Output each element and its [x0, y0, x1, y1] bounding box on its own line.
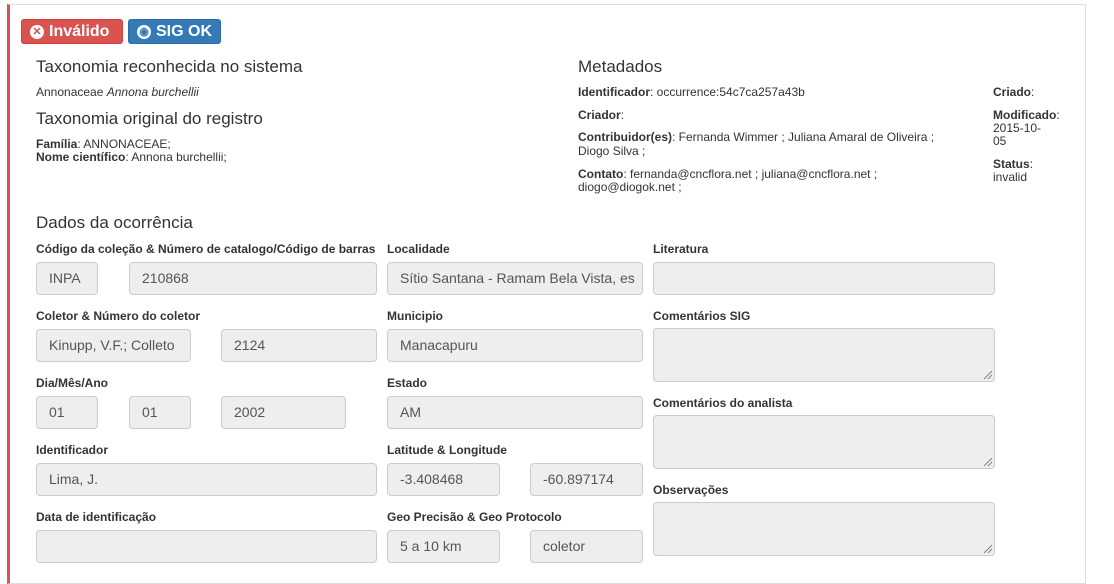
sig-comments-label: Comentários SIG [653, 309, 751, 323]
metadata-title: Metadados [578, 57, 663, 76]
recognized-species: Annona burchellii [106, 85, 199, 99]
metadata-creator-value: : [620, 108, 625, 122]
state-input[interactable]: AM [387, 396, 643, 429]
invalid-badge: ✕ Inválido [21, 19, 123, 44]
collector-number-input[interactable]: 2124 [221, 329, 377, 362]
metadata-status-label: Status [993, 157, 1030, 171]
observations-label: Observações [653, 483, 729, 497]
catalog-number-input[interactable]: 210868 [129, 262, 377, 295]
invalid-label: Inválido [49, 23, 110, 40]
metadata-creator: Criador: [578, 109, 624, 122]
geo-protocol-input[interactable]: coletor [530, 530, 643, 563]
identifier-label: Identificador [36, 443, 109, 457]
metadata-contact-cont: diogo@diogok.net ; [578, 180, 682, 194]
collector-label: Coletor & Número do coletor [36, 309, 201, 323]
analyst-comments-textarea[interactable] [653, 415, 995, 469]
latlon-label: Latitude & Longitude [387, 443, 507, 457]
state-label: Estado [387, 376, 428, 390]
metadata-modified-label: Modificado [993, 108, 1057, 122]
scientific-name-label: Nome científico [36, 150, 126, 164]
metadata-modified-value: : [1056, 108, 1060, 122]
family-value: : ANNONACEAE; [77, 137, 171, 151]
scientific-name-row: Nome científico: Annona burchellii; [36, 151, 227, 164]
latitude-input[interactable]: -3.408468 [387, 463, 500, 496]
collection-code-input[interactable]: INPA [36, 262, 98, 295]
recognized-taxonomy-title: Taxonomia reconhecida no sistema [36, 57, 303, 76]
literature-label: Literatura [653, 242, 709, 256]
sig-label: SIG OK [156, 23, 213, 40]
metadata-modified-date-2: 05 [993, 134, 1007, 148]
day-input[interactable]: 01 [36, 396, 98, 429]
metadata-status-text: invalid [993, 170, 1028, 184]
metadata-creator-label: Criador [578, 108, 621, 122]
recognized-family: Annonaceae [36, 85, 104, 99]
globe-icon: ◉ [137, 24, 151, 39]
year-input[interactable]: 2002 [221, 396, 346, 429]
literature-input[interactable] [653, 262, 995, 295]
locality-input[interactable]: Sítio Santana - Ramam Bela Vista, es [387, 262, 643, 295]
scientific-name-value: : Annona burchellii; [125, 150, 227, 164]
date-label: Dia/Mês/Ano [36, 376, 109, 390]
id-date-input[interactable] [36, 530, 377, 563]
municipality-label: Municipio [387, 309, 443, 323]
observations-textarea[interactable] [653, 502, 995, 556]
locality-label: Localidade [387, 242, 450, 256]
metadata-contributors-value: : Fernanda Wimmer ; Juliana Amaral de Ol… [672, 130, 935, 144]
recognized-taxonomy-value: Annonaceae Annona burchellii [36, 86, 199, 99]
identifier-input[interactable]: Lima, J. [36, 463, 377, 496]
metadata-identifier-label: Identificador [578, 85, 651, 99]
metadata-contact-value: : fernanda@cncflora.net ; juliana@cncflo… [623, 167, 878, 181]
municipality-input[interactable]: Manacapuru [387, 329, 643, 362]
remove-circle-icon: ✕ [30, 24, 44, 39]
original-taxonomy-title: Taxonomia original do registro [36, 109, 263, 128]
id-date-label: Data de identificação [36, 510, 157, 524]
sig-comments-textarea[interactable] [653, 328, 995, 382]
metadata-contributors: Contribuidor(es): Fernanda Wimmer ; Juli… [578, 131, 934, 144]
geo-precision-input[interactable]: 5 a 10 km [387, 530, 500, 563]
metadata-created-label: Criado [993, 85, 1032, 99]
month-input[interactable]: 01 [129, 396, 191, 429]
metadata-created: Criado: [993, 86, 1034, 99]
geo-label: Geo Precisão & Geo Protocolo [387, 510, 562, 524]
sig-ok-badge: ◉ SIG OK [128, 19, 221, 44]
metadata-contact-label: Contato [578, 167, 624, 181]
metadata-contributors-label: Contribuidor(es) [578, 130, 672, 144]
collector-input[interactable]: Kinupp, V.F.; Colleto [36, 329, 191, 362]
metadata-status-value: : [1029, 157, 1034, 171]
occurrence-title: Dados da ocorrência [36, 213, 193, 232]
metadata-identifier: Identificador: occurrence:54c7ca257a43b [578, 86, 805, 99]
metadata-contributors-cont: Diogo Silva ; [578, 144, 646, 158]
family-label: Família [36, 137, 78, 151]
longitude-input[interactable]: -60.897174 [530, 463, 643, 496]
collection-label: Código da coleção & Número de catalogo/C… [36, 242, 376, 256]
analyst-comments-label: Comentários do analista [653, 396, 793, 410]
metadata-identifier-value: : occurrence:54c7ca257a43b [650, 85, 805, 99]
metadata-created-value: : [1031, 85, 1035, 99]
